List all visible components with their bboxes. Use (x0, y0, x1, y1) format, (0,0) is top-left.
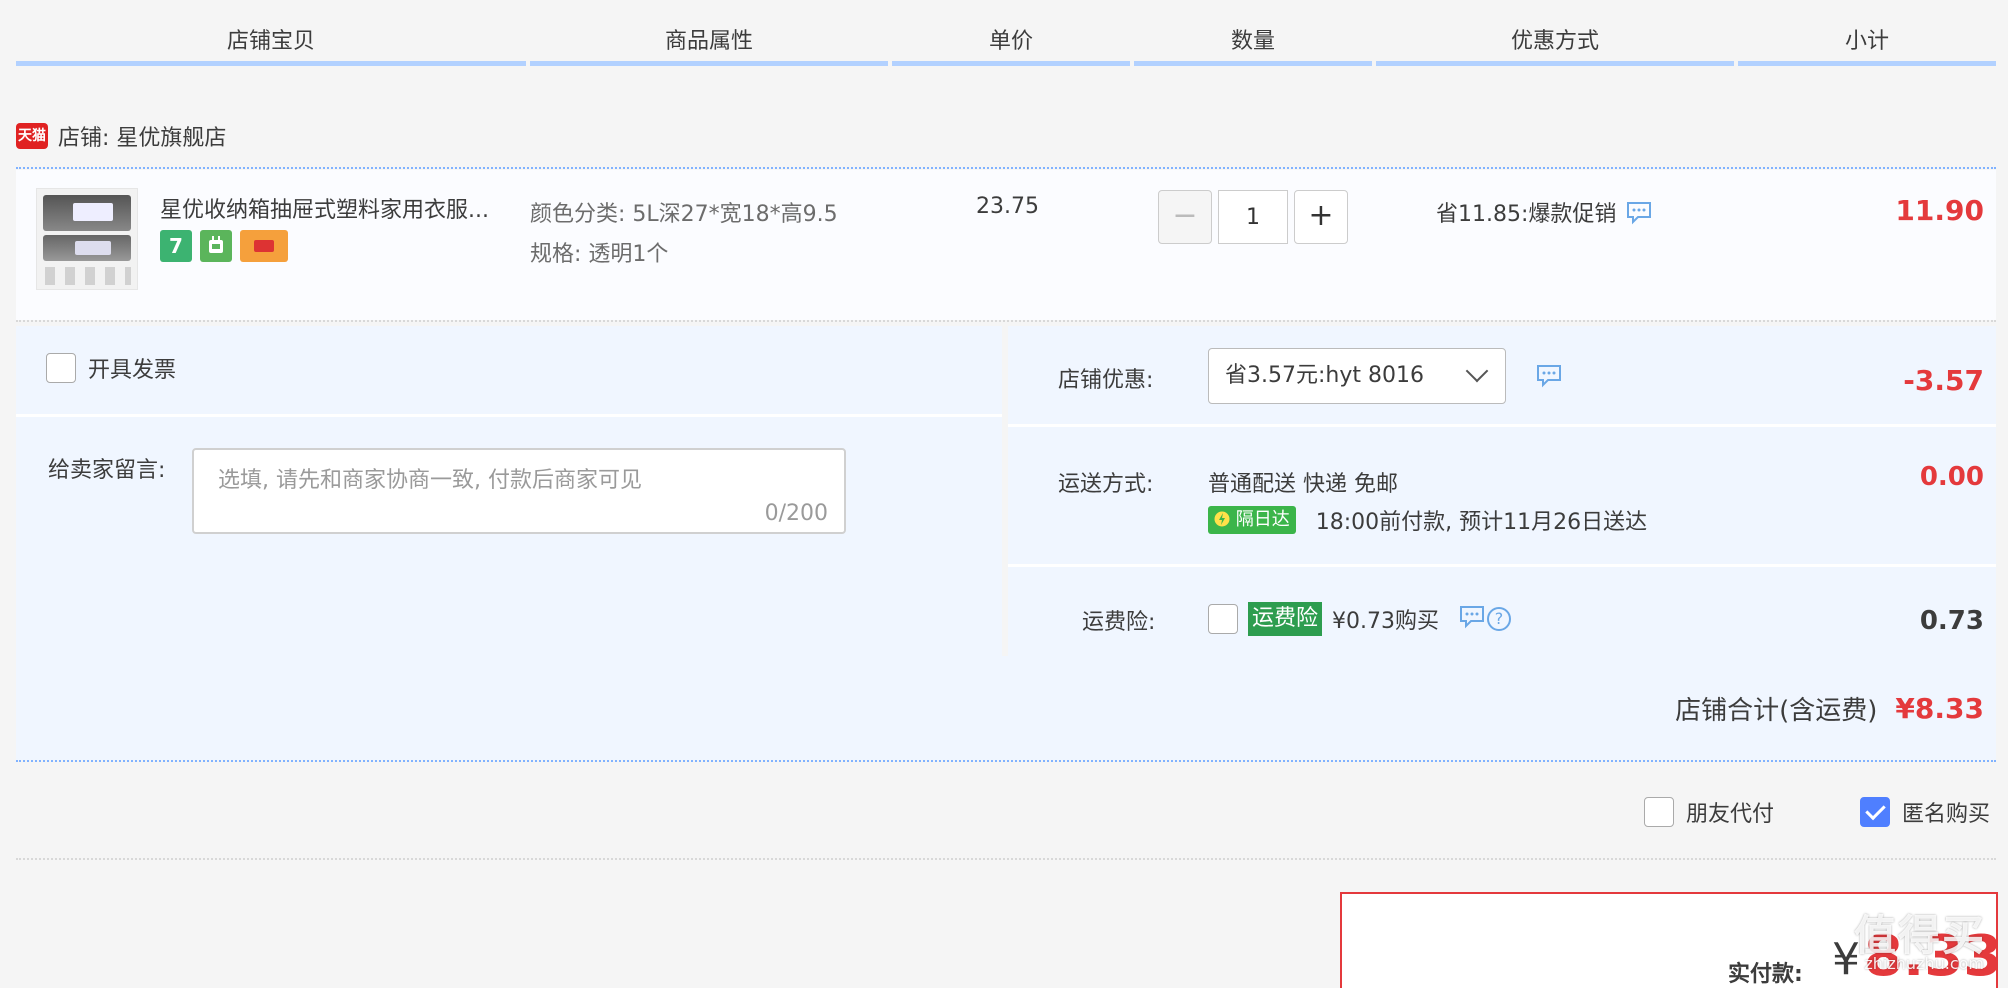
message-placeholder: 选填, 请先和商家协商一致, 付款后商家可见 (218, 468, 642, 493)
qty-decrease-button[interactable]: − (1158, 190, 1212, 244)
col-header-price: 单价 (892, 22, 1130, 66)
insurance-option: 运费险 ¥0.73购买 ? (1208, 602, 1511, 636)
watermark-url: zhizhuzhu.com (1864, 954, 1984, 973)
chat-bubble-icon[interactable] (1459, 605, 1485, 633)
invoice-option[interactable]: 开具发票 (46, 352, 176, 384)
insurance-amount: 0.73 (1919, 606, 1984, 636)
anonymous-option[interactable]: 匿名购买 (1860, 796, 1990, 828)
item-subtotal: 11.90 (1895, 194, 1984, 227)
shipping-eta-row: 隔日达 18:00前付款, 预计11月26日送达 (1208, 504, 1647, 536)
qty-input[interactable]: 1 (1218, 190, 1288, 244)
product-badges: 7 (160, 230, 288, 262)
help-icon[interactable]: ? (1487, 607, 1511, 631)
shop-name[interactable]: 店铺: 星优旗舰店 (58, 120, 226, 152)
anonymous-label: 匿名购买 (1902, 802, 1991, 827)
product-title[interactable]: 星优收纳箱抽屉式塑料家用衣服... (160, 192, 520, 224)
col-header-quantity: 数量 (1134, 22, 1372, 66)
shipping-eta: 18:00前付款, 预计11月26日送达 (1315, 510, 1648, 535)
shop-discount-selected: 省3.57元:hyt 8016 (1225, 363, 1424, 388)
shipping-amount: 0.00 (1919, 462, 1984, 492)
tmall-icon: 天猫 (16, 123, 48, 149)
shipping-method: 普通配送 快递 免邮 (1208, 472, 1398, 497)
payment-summary-box: 实付款: ¥ 8.33 值得买 zhizhuzhu.com (1340, 892, 2002, 988)
credit-card-icon (240, 230, 288, 262)
prop-color: 颜色分类: 5L深27*宽18*高9.5 (530, 202, 838, 227)
divider (16, 167, 1996, 169)
friend-pay-label: 朋友代付 (1686, 802, 1775, 827)
quantity-stepper: − 1 + (1158, 190, 1348, 244)
invoice-label: 开具发票 (88, 358, 177, 383)
col-header-shop-item: 店铺宝贝 (16, 22, 526, 66)
divider (16, 320, 1996, 322)
product-thumbnail[interactable] (36, 188, 138, 290)
anonymous-checkbox[interactable] (1860, 797, 1890, 827)
prop-spec: 规格: 透明1个 (530, 242, 669, 267)
seven-day-return-icon: 7 (160, 230, 192, 262)
col-header-attributes: 商品属性 (530, 22, 888, 66)
shipping-label: 运送方式: (1058, 472, 1154, 497)
message-label: 给卖家留言: (48, 458, 166, 483)
col-header-subtotal: 小计 (1738, 22, 1996, 66)
shop-discount-select[interactable]: 省3.57元:hyt 8016 (1208, 348, 1506, 404)
shop-discount-label: 店铺优惠: (1058, 368, 1154, 393)
shop-row: 天猫 店铺: 星优旗舰店 (16, 118, 226, 154)
shop-total: 店铺合计(含运费) ¥8.33 (1675, 690, 1984, 727)
payment-label: 实付款: (1728, 962, 1803, 987)
chat-bubble-icon[interactable] (1536, 364, 1562, 392)
divider (16, 858, 1996, 860)
next-day-badge: 隔日达 (1208, 506, 1296, 534)
col-header-discount: 优惠方式 (1376, 22, 1734, 66)
shop-discount-amount: -3.57 (1903, 364, 1984, 397)
promo-text: 省11.85:爆款促销 (1436, 202, 1617, 227)
friend-pay-checkbox[interactable] (1644, 797, 1674, 827)
insurance-badge: 运费险 (1248, 602, 1323, 636)
invoice-checkbox[interactable] (46, 353, 76, 383)
message-char-count: 0/200 (764, 501, 828, 526)
friend-pay-option[interactable]: 朋友代付 (1644, 796, 1774, 828)
unit-price: 23.75 (976, 194, 1039, 219)
chevron-down-icon (1465, 359, 1489, 383)
insurance-checkbox[interactable] (1208, 604, 1238, 634)
item-promo: 省11.85:爆款促销 (1436, 196, 1652, 228)
qty-increase-button[interactable]: + (1294, 190, 1348, 244)
divider (16, 760, 1996, 762)
seller-message-input[interactable]: 选填, 请先和商家协商一致, 付款后商家可见 0/200 (192, 448, 846, 534)
shop-total-amount: ¥8.33 (1895, 692, 1984, 725)
insurance-price: ¥0.73购买 (1332, 609, 1439, 634)
shop-total-label: 店铺合计(含运费) (1675, 696, 1878, 726)
service-guarantee-icon (200, 230, 232, 262)
insurance-label: 运费险: (1082, 610, 1156, 635)
chat-bubble-icon[interactable] (1626, 201, 1652, 225)
